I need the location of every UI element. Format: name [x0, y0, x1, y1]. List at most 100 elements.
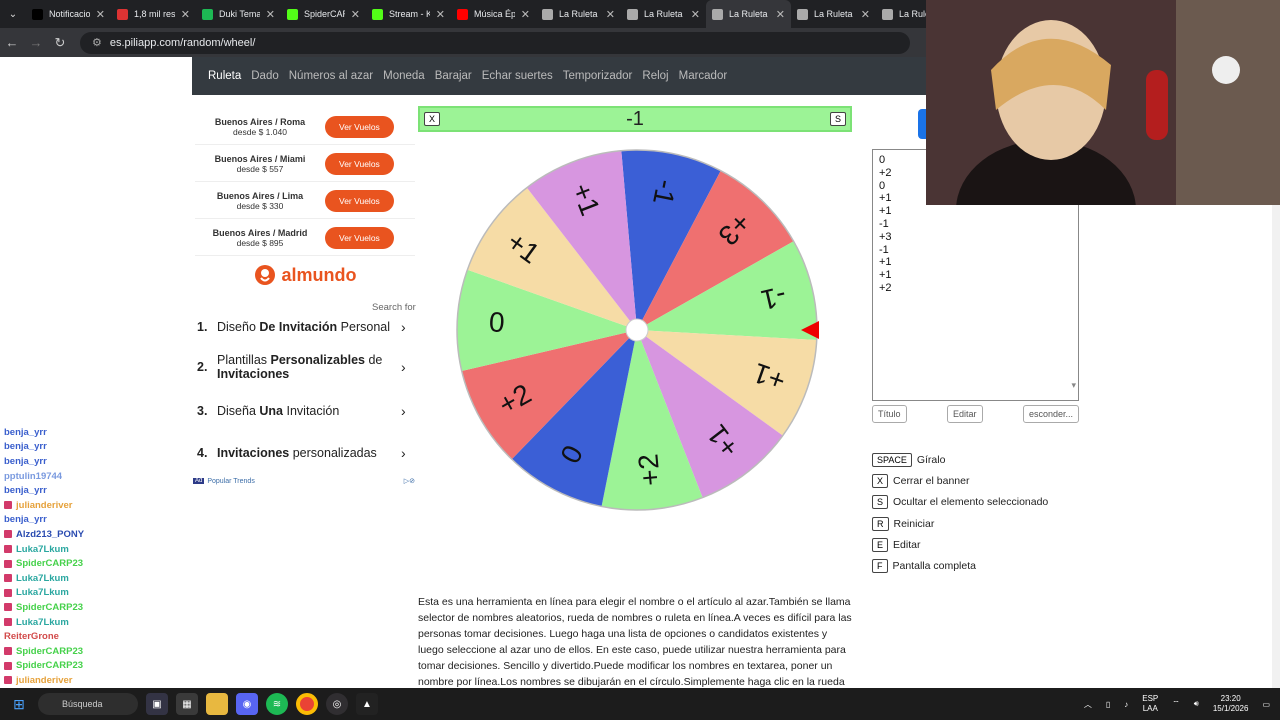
nav-link-n-meros-al-azar[interactable]: Números al azar — [289, 70, 373, 82]
close-tab-icon[interactable]: ✕ — [691, 8, 700, 21]
nav-link-echar-suertes[interactable]: Echar suertes — [482, 70, 553, 82]
shortcut-key[interactable]: F — [872, 559, 888, 574]
sponsored-link[interactable]: 3. Diseña Una Invitación › — [197, 403, 415, 419]
nav-link-moneda[interactable]: Moneda — [383, 70, 425, 82]
sponsored-link[interactable]: 2. Plantillas Personalizables de Invitaci… — [197, 353, 415, 381]
volume-icon[interactable]: 🔊︎ — [1194, 699, 1199, 709]
tab-search-icon[interactable]: ⌄ — [0, 0, 26, 28]
chat-username[interactable]: SpiderCARP23 — [16, 646, 83, 657]
close-tab-icon[interactable]: ✕ — [606, 8, 615, 21]
spin-wheel[interactable]: -1+3-1+1+1+20+20+1+1 — [454, 147, 820, 513]
entry-button-1[interactable]: Editar — [946, 405, 983, 423]
chat-username[interactable]: SpiderCARP23 — [16, 602, 83, 613]
almundo-logo[interactable]: almundo — [195, 258, 415, 292]
close-tab-icon[interactable]: ✕ — [521, 8, 530, 21]
browser-tab[interactable]: La Ruleta / ✕ — [791, 0, 876, 28]
chat-username[interactable]: julianderiver — [16, 675, 73, 686]
nav-link-ruleta[interactable]: Ruleta — [208, 70, 241, 82]
site-info-icon[interactable]: ⚙ — [92, 36, 102, 49]
close-tab-icon[interactable]: ✕ — [776, 8, 785, 21]
address-bar[interactable]: ⚙ es.piliapp.com/random/wheel/ — [80, 31, 910, 54]
ver-vuelos-button[interactable]: Ver Vuelos — [325, 227, 394, 249]
ver-vuelos-button[interactable]: Ver Vuelos — [325, 190, 394, 212]
clock[interactable]: 23:20 15/1/2026 — [1213, 694, 1249, 714]
chat-username[interactable]: benja_yrr — [4, 514, 47, 525]
taskbar-search[interactable]: Búsqueda — [38, 693, 138, 715]
browser-tab[interactable]: Notificacio ✕ — [26, 0, 111, 28]
chat-username[interactable]: benja_yrr — [4, 485, 47, 496]
browser-tab[interactable]: La Ruleta / ✕ — [706, 0, 791, 28]
chat-username[interactable]: Luka7Lkum — [16, 587, 69, 598]
back-icon[interactable]: ← — [0, 35, 24, 50]
nav-link-marcador[interactable]: Marcador — [679, 70, 728, 82]
chat-username[interactable]: Luka7Lkum — [16, 617, 69, 628]
side-tab[interactable] — [918, 109, 926, 139]
discord-icon[interactable]: ◉ — [236, 693, 258, 715]
reload-icon[interactable]: ↻ — [48, 35, 72, 51]
chat-username[interactable]: Luka7Lkum — [16, 544, 69, 555]
shortcut-key[interactable]: SPACE — [872, 452, 912, 467]
close-banner-button[interactable]: X — [424, 112, 441, 126]
ver-vuelos-button[interactable]: Ver Vuelos — [325, 153, 394, 175]
language-indicator[interactable]: ESP LAA — [1142, 694, 1158, 714]
entry-button-0[interactable]: Título — [872, 405, 907, 423]
chat-username[interactable]: Alzd213_PONY — [16, 529, 84, 540]
chrome-icon[interactable] — [296, 693, 318, 715]
shortcut-key[interactable]: X — [872, 473, 889, 488]
sponsored-link[interactable]: 1. Diseño De Invitación Personal › — [197, 319, 415, 335]
obs-icon[interactable]: ◎ — [326, 693, 348, 715]
shortcut-label: Ocultar el elemento seleccionado — [893, 496, 1049, 509]
file-explorer-icon[interactable] — [206, 693, 228, 715]
browser-tab[interactable]: La Ruleta / ✕ — [536, 0, 621, 28]
chat-username[interactable]: benja_yrr — [4, 456, 47, 467]
browser-tab[interactable]: La Ruleta / ✕ — [621, 0, 706, 28]
chat-username[interactable]: ReiterGrone — [4, 631, 59, 642]
browser-tab[interactable]: 1,8 mil res ✕ — [111, 0, 196, 28]
shortcut-key[interactable]: E — [872, 537, 889, 552]
chat-username[interactable]: Luka7Lkum — [16, 573, 69, 584]
entry-button-2[interactable]: esconder... — [1022, 405, 1079, 423]
close-tab-icon[interactable]: ✕ — [861, 8, 870, 21]
chat-username[interactable]: pptulin19744 — [4, 471, 62, 482]
store-icon[interactable]: ▦ — [176, 693, 198, 715]
notifications-icon[interactable]: ▭ — [1262, 700, 1270, 709]
mic-icon[interactable]: ♪ — [1124, 700, 1128, 709]
forward-icon[interactable]: → — [24, 35, 48, 50]
usb-icon[interactable]: ▯ — [1106, 700, 1110, 709]
chat-username[interactable]: SpiderCARP23 — [16, 660, 83, 671]
chat-username[interactable]: julianderiver — [16, 500, 73, 511]
spotify-icon[interactable]: ≋ — [266, 693, 288, 715]
nav-link-reloj[interactable]: Reloj — [642, 70, 668, 82]
browser-tab[interactable]: Duki Tema ✕ — [196, 0, 281, 28]
browser-tab[interactable]: Música Ép ✕ — [451, 0, 536, 28]
browser-tab[interactable]: SpiderCAR ✕ — [281, 0, 366, 28]
nav-link-dado[interactable]: Dado — [251, 70, 279, 82]
task-view-icon[interactable]: ▣ — [146, 693, 168, 715]
chat-username[interactable]: benja_yrr — [4, 427, 47, 438]
browser-tab[interactable]: Stream - K ✕ — [366, 0, 451, 28]
close-tab-icon[interactable]: ✕ — [266, 8, 275, 21]
ver-vuelos-button[interactable]: Ver Vuelos — [325, 116, 394, 138]
close-tab-icon[interactable]: ✕ — [96, 8, 105, 21]
flight-route: Buenos Aires / Miami — [214, 154, 306, 164]
text-fragment: Invitaciones — [217, 446, 290, 460]
close-tab-icon[interactable]: ✕ — [351, 8, 360, 21]
start-icon[interactable]: ⊞ — [8, 693, 30, 715]
hide-selected-button[interactable]: S — [829, 112, 846, 126]
popular-trends-label[interactable]: Popular Trends — [207, 478, 254, 485]
adchoices-icon[interactable]: ▷⊘ — [404, 477, 415, 485]
close-tab-icon[interactable]: ✕ — [436, 8, 445, 21]
sponsored-link[interactable]: 4. Invitaciones personalizadas › — [197, 445, 415, 461]
tray-chevron-icon[interactable]: ︿ — [1084, 699, 1092, 710]
nav-link-barajar[interactable]: Barajar — [435, 70, 472, 82]
chat-username[interactable]: SpiderCARP23 — [16, 558, 83, 569]
chat-username[interactable]: benja_yrr — [4, 441, 47, 452]
network-icon[interactable]: ⌔ — [1172, 699, 1180, 709]
shortcut-key[interactable]: R — [872, 516, 889, 531]
app-icon[interactable]: ▲ — [356, 693, 378, 715]
close-tab-icon[interactable]: ✕ — [181, 8, 190, 21]
shortcut-key[interactable]: S — [872, 495, 889, 510]
resize-handle-icon[interactable]: ▾ — [1071, 379, 1076, 392]
flight-price: desde $ 330 — [236, 201, 284, 211]
nav-link-temporizador[interactable]: Temporizador — [563, 70, 633, 82]
